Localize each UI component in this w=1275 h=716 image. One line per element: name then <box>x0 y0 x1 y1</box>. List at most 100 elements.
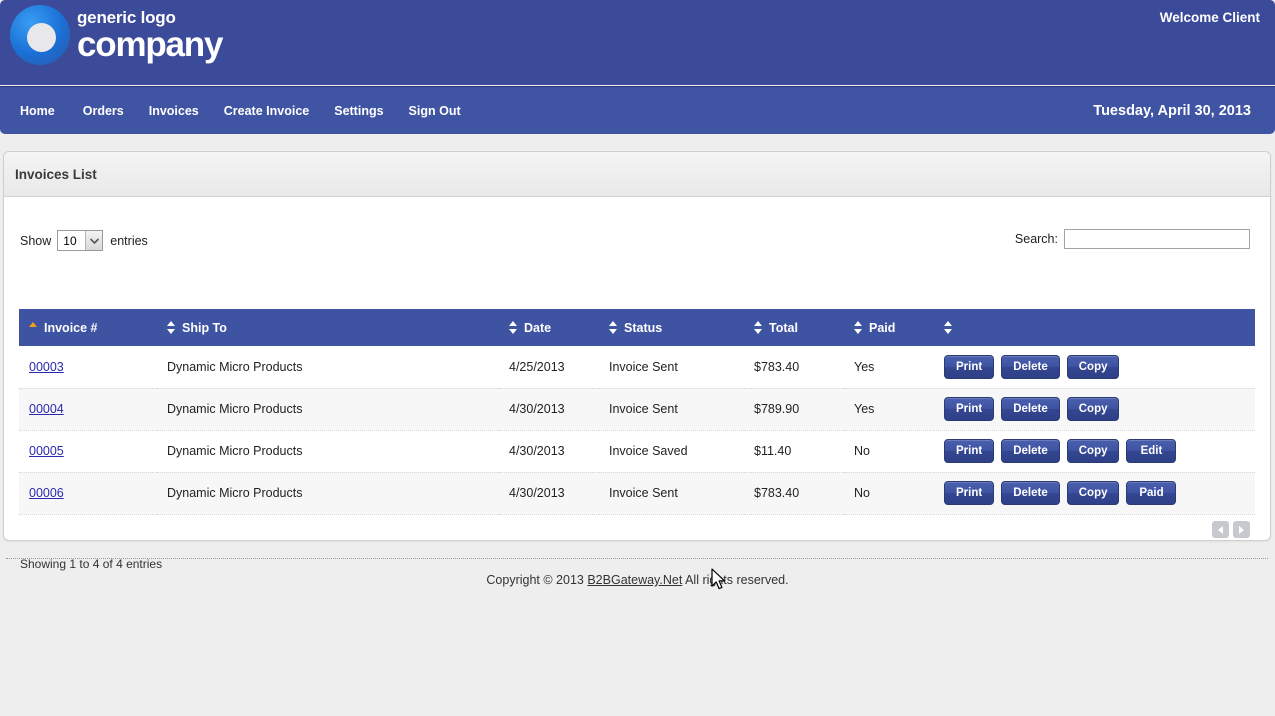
cell-total: $789.90 <box>744 388 844 431</box>
logo-company-name: company <box>77 24 223 64</box>
table-header: Invoice # Ship To Date Status Total Paid <box>19 309 1255 346</box>
copyright-suffix: All rights reserved. <box>682 573 789 587</box>
page-title: Invoices List <box>15 166 97 182</box>
copy-button[interactable]: Copy <box>1066 481 1120 505</box>
print-button[interactable]: Print <box>944 481 995 505</box>
nav-item-settings[interactable]: Settings <box>334 104 408 118</box>
cell-total: $11.40 <box>744 430 844 473</box>
chevron-down-icon[interactable] <box>85 231 103 250</box>
cell-paid: Yes <box>844 346 934 389</box>
column-label-total: Total <box>769 320 798 335</box>
cell-paid: No <box>844 430 934 473</box>
table-row: 00005 Dynamic Micro Products 4/30/2013 I… <box>19 430 1255 473</box>
print-button[interactable]: Print <box>944 397 995 421</box>
print-button[interactable]: Print <box>944 439 995 463</box>
column-label-invoice: Invoice # <box>44 320 98 335</box>
delete-button[interactable]: Delete <box>1001 397 1060 421</box>
panel-header: Invoices List <box>4 152 1270 197</box>
sort-both-icon <box>609 321 618 334</box>
nav-item-invoices[interactable]: Invoices <box>149 104 224 118</box>
delete-button[interactable]: Delete <box>1001 481 1060 505</box>
table-row: 00006 Dynamic Micro Products 4/30/2013 I… <box>19 472 1255 515</box>
cell-invoice: 00005 <box>19 430 157 473</box>
page-length-control: Show 10 entries <box>20 230 148 251</box>
column-header-total[interactable]: Total <box>744 309 844 346</box>
nav-item-list: Home Orders Invoices Create Invoice Sett… <box>20 87 486 135</box>
invoices-panel: Invoices List Show 10 entries Search: In… <box>3 151 1271 571</box>
nav-item-orders[interactable]: Orders <box>83 104 149 118</box>
column-header-date[interactable]: Date <box>499 309 599 346</box>
nav-item-create-invoice[interactable]: Create Invoice <box>224 104 334 118</box>
invoices-table: Invoice # Ship To Date Status Total Paid… <box>19 309 1255 515</box>
page-length-value: 10 <box>63 233 77 248</box>
logo-tagline: generic logo <box>77 7 176 27</box>
copy-button[interactable]: Copy <box>1066 439 1120 463</box>
b2bgateway-link[interactable]: B2BGateway.Net <box>587 573 682 587</box>
cell-status: Invoice Sent <box>599 346 744 389</box>
cell-status: Invoice Sent <box>599 388 744 431</box>
entries-label: entries <box>110 233 148 248</box>
footer-copyright: Copyright © 2013 B2BGateway.Net All righ… <box>0 573 1275 587</box>
invoice-link[interactable]: 00004 <box>29 402 64 416</box>
column-header-invoice[interactable]: Invoice # <box>19 309 157 346</box>
invoice-link[interactable]: 00006 <box>29 486 64 500</box>
cell-date: 4/30/2013 <box>499 430 599 473</box>
column-header-ship-to[interactable]: Ship To <box>157 309 499 346</box>
cell-invoice: 00003 <box>19 346 157 389</box>
logo-inner-dot-icon <box>27 22 56 52</box>
edit-button[interactable]: Edit <box>1126 439 1177 463</box>
pagination-next-button[interactable] <box>1233 521 1250 538</box>
cell-actions: Print Delete Copy Paid <box>934 472 1255 515</box>
sort-both-icon <box>754 321 763 334</box>
cell-invoice: 00006 <box>19 472 157 515</box>
cell-total: $783.40 <box>744 346 844 389</box>
cell-ship-to: Dynamic Micro Products <box>157 346 499 389</box>
column-header-paid[interactable]: Paid <box>844 309 934 346</box>
delete-button[interactable]: Delete <box>1001 354 1060 379</box>
copy-button[interactable]: Copy <box>1066 354 1120 379</box>
copyright-prefix: Copyright © 2013 <box>486 573 588 587</box>
pagination-previous-button[interactable] <box>1212 521 1229 538</box>
table-header-row: Invoice # Ship To Date Status Total Paid <box>19 309 1255 346</box>
show-label: Show <box>20 233 52 248</box>
site-logo[interactable]: generic logo company <box>10 5 223 65</box>
cell-paid: Yes <box>844 388 934 431</box>
cell-date: 4/25/2013 <box>499 346 599 389</box>
cell-status: Invoice Sent <box>599 472 744 515</box>
nav-item-home[interactable]: Home <box>20 104 83 118</box>
print-button[interactable]: Print <box>944 354 995 379</box>
delete-button[interactable]: Delete <box>1001 439 1060 463</box>
cell-ship-to: Dynamic Micro Products <box>157 388 499 431</box>
cell-date: 4/30/2013 <box>499 388 599 431</box>
logo-circle-icon <box>10 5 70 65</box>
column-header-status[interactable]: Status <box>599 309 744 346</box>
triangle-left-icon <box>1218 525 1223 534</box>
search-control: Search: <box>1015 229 1250 249</box>
nav-item-sign-out[interactable]: Sign Out <box>409 104 486 118</box>
invoice-link[interactable]: 00005 <box>29 444 64 458</box>
current-date: Tuesday, April 30, 2013 <box>1093 103 1251 119</box>
table-row: 00003 Dynamic Micro Products 4/25/2013 I… <box>19 346 1255 389</box>
sort-both-icon <box>167 321 176 334</box>
column-label-status: Status <box>624 320 663 335</box>
cell-ship-to: Dynamic Micro Products <box>157 472 499 515</box>
page-length-select[interactable]: 10 <box>57 230 104 251</box>
search-input[interactable] <box>1064 229 1250 249</box>
table-info: Showing 1 to 4 of 4 entries <box>20 557 163 571</box>
cell-actions: Print Delete Copy Edit <box>934 430 1255 473</box>
table-pagination <box>1212 521 1250 538</box>
column-header-actions[interactable] <box>934 309 1255 346</box>
footer-divider <box>6 558 1268 559</box>
mark-paid-button[interactable]: Paid <box>1126 481 1177 505</box>
logo-text: generic logo company <box>77 7 223 64</box>
cell-actions: Print Delete Copy <box>934 388 1255 431</box>
invoices-table-wrapper: Invoice # Ship To Date Status Total Paid… <box>19 309 1255 515</box>
triangle-right-icon <box>1239 525 1244 534</box>
welcome-message: Welcome Client <box>1159 10 1260 25</box>
column-label-date: Date <box>524 320 552 335</box>
sort-ascending-icon <box>29 321 38 334</box>
copy-button[interactable]: Copy <box>1066 397 1120 421</box>
cell-status: Invoice Saved <box>599 430 744 473</box>
table-row: 00004 Dynamic Micro Products 4/30/2013 I… <box>19 388 1255 431</box>
invoice-link[interactable]: 00003 <box>29 360 64 374</box>
